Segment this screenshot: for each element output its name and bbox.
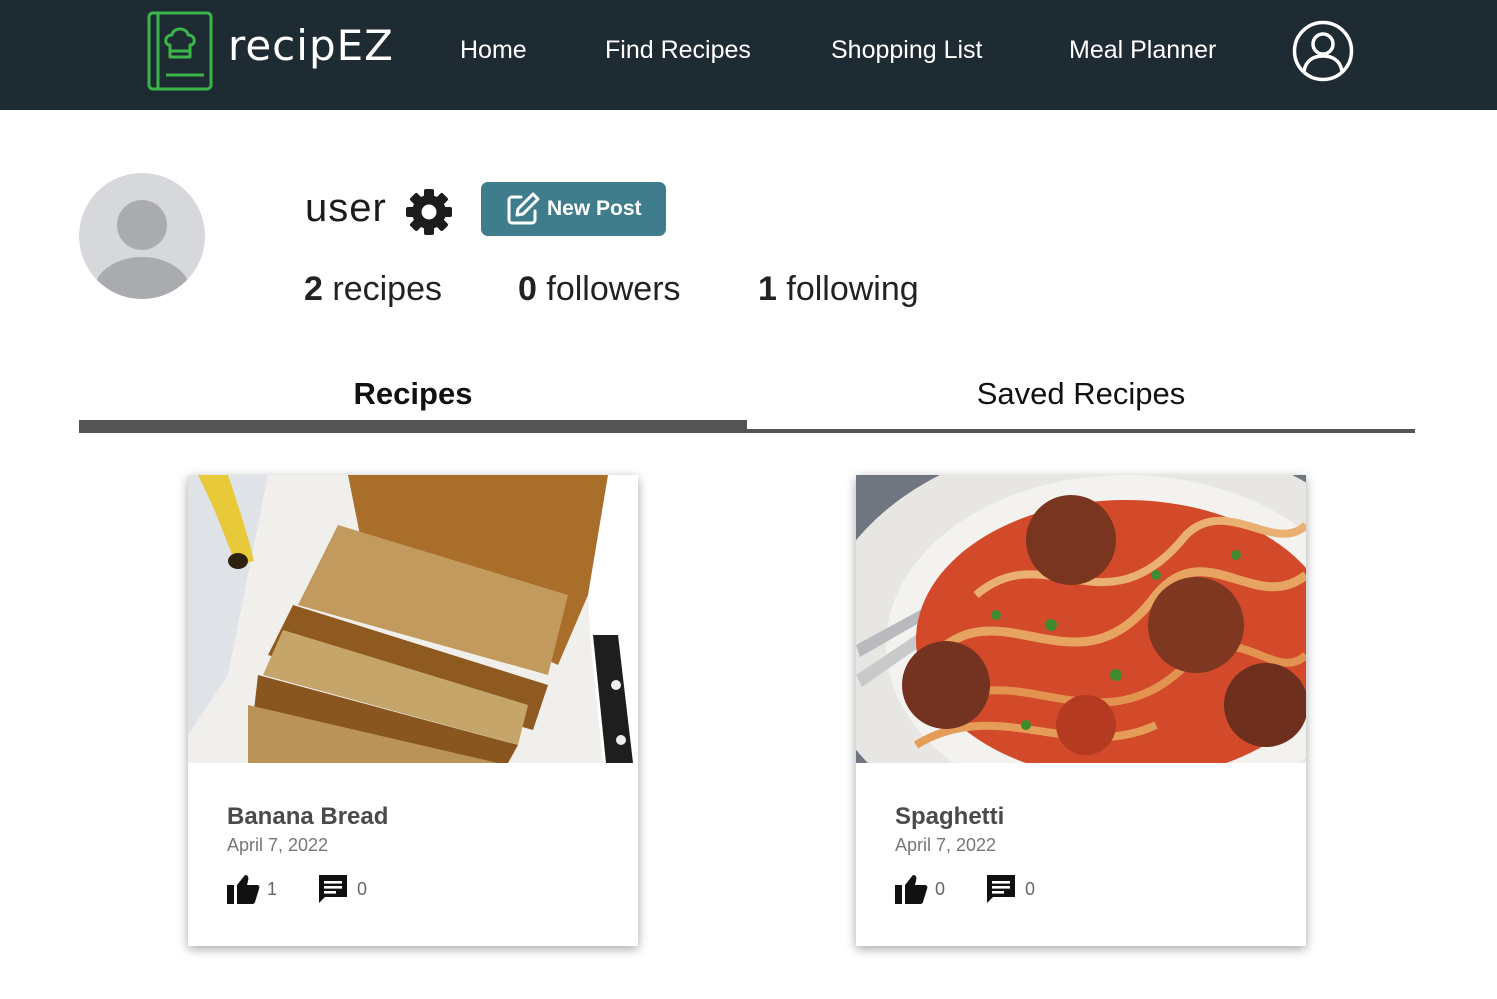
edit-note-icon: [507, 192, 540, 225]
like-button[interactable]: 1: [225, 871, 315, 907]
recipe-actions: 0 0: [893, 871, 1035, 907]
tab-divider: [747, 429, 1415, 433]
following-count: 1: [758, 270, 777, 308]
recipe-title[interactable]: Spaghetti: [895, 803, 1004, 831]
comment-icon: [987, 875, 1015, 903]
comment-icon: [319, 875, 347, 903]
like-button[interactable]: 0: [893, 871, 983, 907]
tab-saved-recipes[interactable]: Saved Recipes: [747, 376, 1415, 412]
banana-bread-photo: [188, 475, 638, 763]
new-post-button[interactable]: New Post: [481, 182, 666, 236]
recipe-date: April 7, 2022: [895, 835, 997, 855]
stat-recipes: 2 recipes: [304, 270, 442, 309]
like-count: 1: [267, 878, 278, 899]
following-label: following: [786, 270, 919, 308]
recipes-count: 2: [304, 270, 323, 308]
nav-home-link[interactable]: Home: [460, 36, 527, 65]
nav-find-recipes-link[interactable]: Find Recipes: [605, 36, 751, 65]
gear-icon[interactable]: [403, 186, 455, 238]
avatar: [79, 173, 205, 299]
app-logo[interactable]: recipEZ: [146, 11, 393, 91]
comment-count: 0: [357, 878, 368, 899]
tab-recipes[interactable]: Recipes: [79, 376, 747, 412]
spaghetti-meatballs-photo: [856, 475, 1306, 763]
active-tab-indicator: [79, 420, 747, 433]
default-user-icon: [94, 200, 190, 299]
app-name: recipEZ: [228, 21, 394, 70]
nav-meal-planner-link[interactable]: Meal Planner: [1069, 36, 1216, 65]
recipe-actions: 1 0: [225, 871, 367, 907]
account-circle-icon[interactable]: [1292, 20, 1354, 82]
thumbs-up-icon: [227, 875, 260, 904]
profile-username: user: [305, 186, 387, 230]
recipes-label: recipes: [332, 270, 442, 308]
comment-button[interactable]: 0: [983, 871, 1035, 907]
comment-button[interactable]: 0: [315, 871, 367, 907]
followers-count: 0: [518, 270, 537, 308]
stat-following[interactable]: 1 following: [758, 270, 919, 309]
followers-label: followers: [546, 270, 681, 308]
like-count: 0: [935, 878, 946, 899]
recipe-card[interactable]: Spaghetti April 7, 2022 0 0: [856, 475, 1306, 946]
recipe-book-icon: [147, 11, 213, 91]
nav-shopping-list-link[interactable]: Shopping List: [831, 36, 983, 65]
stat-followers[interactable]: 0 followers: [518, 270, 681, 309]
top-navbar: recipEZ Home Find Recipes Shopping List …: [0, 0, 1497, 110]
recipe-title[interactable]: Banana Bread: [227, 803, 388, 831]
new-post-label: New Post: [547, 197, 642, 220]
comment-count: 0: [1025, 878, 1036, 899]
recipe-card[interactable]: Banana Bread April 7, 2022 1 0: [188, 475, 638, 946]
recipe-date: April 7, 2022: [227, 835, 329, 855]
thumbs-up-icon: [895, 875, 928, 904]
